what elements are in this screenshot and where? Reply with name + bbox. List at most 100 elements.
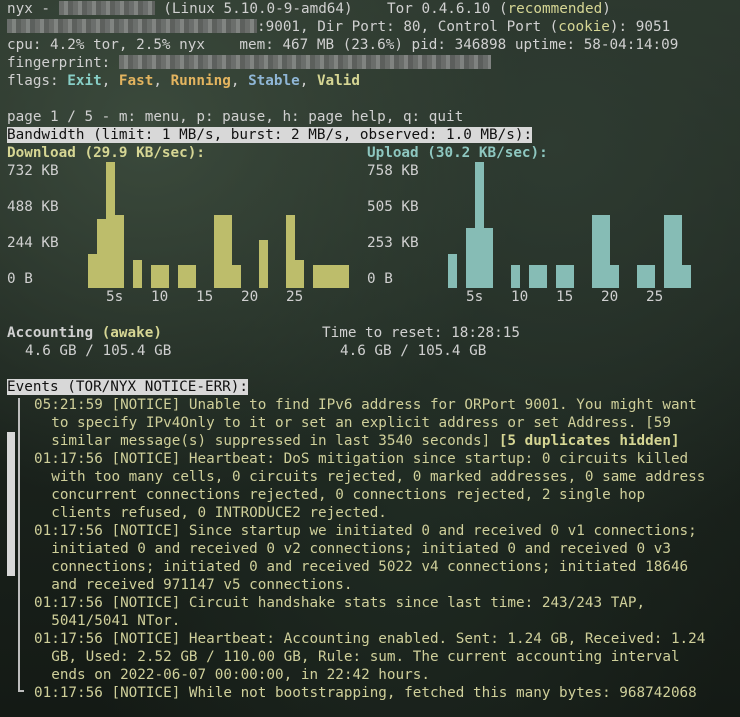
graph-bar	[664, 215, 673, 288]
graph-bar	[529, 265, 538, 288]
event-line: clients refused, 0 INTRODUCE2 rejected.	[34, 505, 387, 521]
graph-bar	[484, 228, 493, 288]
graph-bar	[223, 215, 232, 288]
flags-line: flags: Exit, Fast, Running, Stable, Vali…	[7, 73, 360, 89]
redacted-address	[7, 19, 257, 33]
upload-ytick-low: 253 KB	[367, 235, 419, 251]
graph-bar	[601, 215, 610, 288]
download-xtick: 15	[196, 289, 214, 305]
graph-bar	[475, 162, 484, 288]
graph-bar	[556, 265, 565, 288]
app-name: nyx -	[7, 1, 59, 17]
download-ytick-zero: 0 B	[7, 271, 33, 287]
graph-bar	[259, 240, 268, 288]
graph-bar	[340, 265, 349, 288]
page-nav-line: page 1 / 5 - m: menu, p: pause, h: page …	[7, 109, 464, 125]
graph-bar	[160, 265, 169, 288]
accounting-right-usage: 4.6 GB / 105.4 GB	[340, 343, 487, 359]
accounting-line: Accounting (awake)	[7, 324, 162, 342]
auth-method: cookie	[558, 19, 610, 35]
graph-bar	[97, 219, 106, 288]
upload-ytick-mid: 505 KB	[367, 199, 419, 215]
redacted-nickname	[58, 1, 155, 15]
event-line: 01:17:56 [NOTICE] Circuit handshake stat…	[34, 595, 646, 611]
event-line: connections; initiated 0 and received 50…	[34, 559, 689, 575]
upload-xtick: 20	[601, 289, 619, 305]
event-line: 05:21:59 [NOTICE] Unable to find IPv6 ad…	[34, 397, 697, 413]
upload-xtick: 25	[646, 289, 664, 305]
graph-bar	[178, 265, 187, 288]
resource-line: cpu: 4.2% tor, 2.5% nyx mem: 467 MB (23.…	[7, 37, 679, 53]
graph-bar	[610, 265, 619, 288]
graph-bar	[448, 254, 457, 288]
graph-bar	[214, 215, 223, 288]
graph-bar	[592, 215, 601, 288]
event-line: with too many cells, 0 circuits rejected…	[34, 469, 706, 485]
download-xtick: 25	[286, 289, 304, 305]
graph-bar	[466, 228, 475, 288]
graph-bar	[106, 162, 115, 288]
graph-bar	[313, 265, 322, 288]
graph-bar	[682, 265, 691, 288]
event-line: 01:17:56 [NOTICE] Since startup we initi…	[34, 523, 697, 539]
graph-bar	[88, 254, 97, 288]
events-scrollbar[interactable]	[7, 432, 15, 576]
download-ytick-top: 732 KB	[7, 163, 59, 179]
bandwidth-title: Bandwidth (limit: 1 MB/s, burst: 2 MB/s,…	[7, 127, 533, 143]
graph-bar	[133, 260, 142, 288]
event-line: GB, Used: 2.52 GB / 110.00 GB, Rule: sum…	[34, 649, 680, 665]
event-line: concurrent connections rejected, 0 conne…	[34, 487, 646, 503]
redacted-fingerprint	[118, 55, 491, 69]
flag-valid: Valid	[316, 73, 360, 89]
version-status: recommended	[507, 1, 603, 17]
event-line: initiated 0 and received 0 v2 connection…	[34, 541, 671, 557]
download-title: Download (29.9 KB/sec):	[7, 145, 205, 161]
graph-bar	[286, 215, 295, 288]
duplicates-hidden: [5 duplicates hidden]	[498, 433, 680, 449]
events-title: Events (TOR/NYX NOTICE-ERR):	[7, 379, 249, 395]
graph-bar	[115, 215, 124, 288]
header-line-1: nyx - (Linux 5.10.0-9-amd64) Tor 0.4.6.1…	[7, 1, 611, 17]
event-line: similar message(s) suppressed in last 35…	[34, 433, 680, 449]
download-ytick-low: 244 KB	[7, 235, 59, 251]
event-line: 5041/5041 NTor.	[34, 613, 181, 629]
events-gutter-corner	[18, 690, 24, 692]
flag-exit: Exit	[67, 73, 102, 89]
flag-running: Running	[170, 73, 231, 89]
graph-bar	[646, 265, 655, 288]
event-line: 01:17:56 [NOTICE] Heartbeat: Accounting …	[34, 631, 706, 647]
fingerprint-line: fingerprint:	[7, 54, 491, 72]
graph-bar	[151, 265, 160, 288]
upload-xtick: 5s	[466, 289, 484, 305]
accounting-state: (awake)	[101, 325, 162, 341]
graph-bar	[295, 260, 304, 288]
graph-bar	[232, 265, 241, 288]
event-line: to specify IPv4Only to it or set an expl…	[34, 415, 671, 431]
accounting-reset: Time to reset: 18:28:15	[322, 325, 520, 341]
graph-bar	[538, 265, 547, 288]
upload-xtick: 15	[556, 289, 574, 305]
event-line: 01:17:56 [NOTICE] Heartbeat: DoS mitigat…	[34, 451, 689, 467]
graph-bar	[637, 265, 646, 288]
graph-bar	[322, 265, 331, 288]
graph-bar	[331, 265, 340, 288]
graph-bar	[511, 265, 520, 288]
flag-fast: Fast	[118, 73, 154, 89]
graph-bar	[673, 215, 682, 288]
header-line-2: :9001, Dir Port: 80, Control Port (cooki…	[7, 18, 670, 36]
graph-bar	[565, 265, 574, 288]
event-line: ends on 2022-06-07 00:00:00, in 22:42 ho…	[34, 667, 430, 683]
accounting-left-usage: 4.6 GB / 105.4 GB	[25, 343, 172, 359]
download-ytick-mid: 488 KB	[7, 199, 59, 215]
download-xtick: 10	[151, 289, 169, 305]
event-line: and received 971147 v5 connections.	[34, 577, 353, 593]
upload-graph	[448, 162, 718, 288]
upload-ytick-top: 758 KB	[367, 163, 419, 179]
download-graph	[88, 162, 358, 288]
upload-title: Upload (30.2 KB/sec):	[367, 145, 548, 161]
event-line: 01:17:56 [NOTICE] While not bootstrappin…	[34, 685, 697, 701]
upload-ytick-zero: 0 B	[367, 271, 393, 287]
upload-xtick: 10	[511, 289, 529, 305]
download-xtick: 20	[241, 289, 259, 305]
events-gutter	[18, 398, 20, 692]
